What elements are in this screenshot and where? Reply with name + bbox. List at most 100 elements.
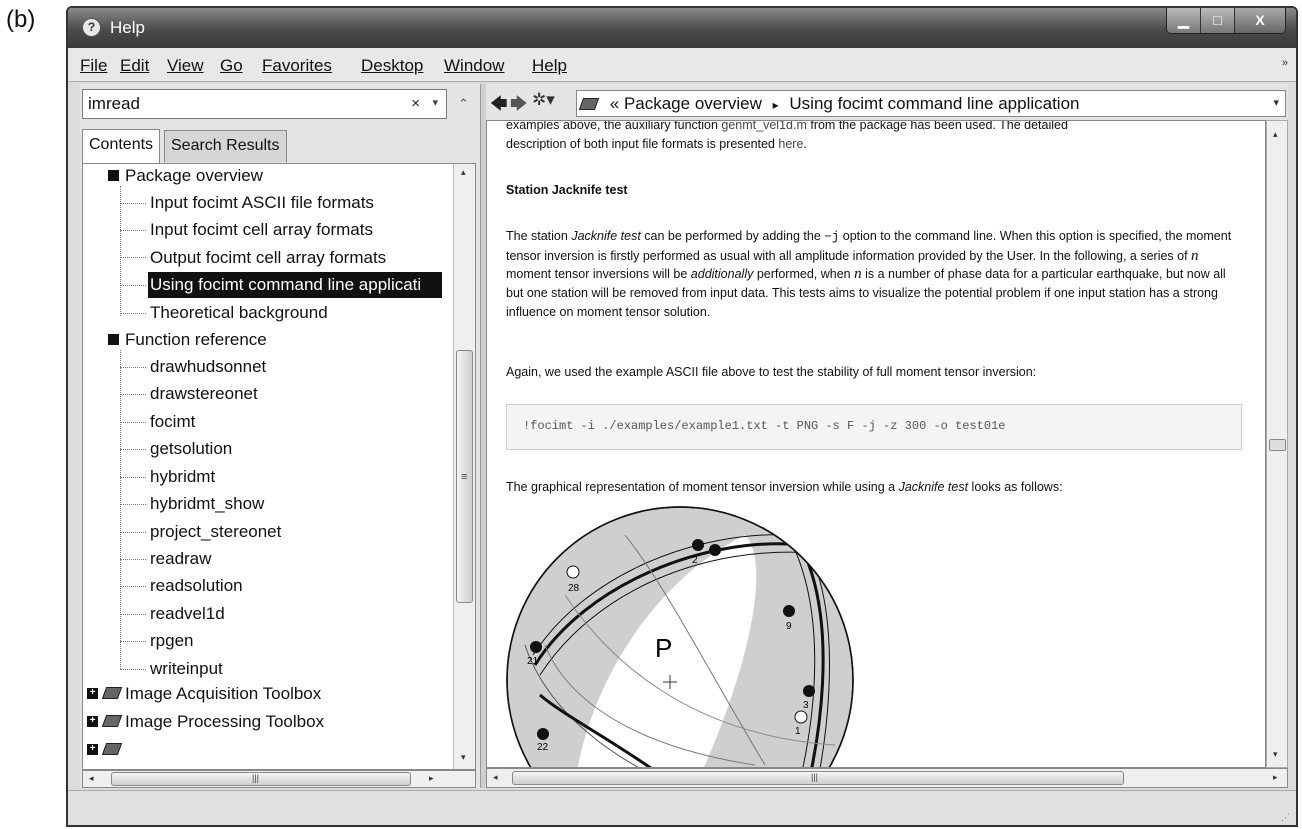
expand-node-icon[interactable]: + — [87, 688, 98, 699]
graphical-paragraph: The graphical representation of moment t… — [506, 478, 1246, 497]
scroll-down-icon[interactable]: ▾ — [1273, 749, 1278, 760]
jacknife-paragraph: The station Jacknife test can be perform… — [506, 227, 1246, 322]
tree-item-function[interactable]: readvel1d — [150, 601, 225, 627]
text: examples above, the auxiliary function — [506, 120, 722, 132]
text: looks as follows: — [968, 480, 1063, 494]
scroll-down-icon[interactable]: ▾ — [461, 752, 466, 763]
tree-connector — [120, 532, 146, 533]
tree-item-function[interactable]: hybridmt — [150, 464, 215, 490]
tree-item-function[interactable]: drawhudsonnet — [150, 354, 266, 380]
content-vertical-scrollbar[interactable]: ▴ ▾ — [1266, 120, 1288, 768]
window-controls: ▁ □ X — [1166, 8, 1286, 34]
collapse-node-icon[interactable] — [108, 170, 119, 181]
scroll-thumb[interactable]: ≡ — [456, 350, 473, 603]
tree-connector — [120, 422, 146, 423]
breadcrumb-package-overview[interactable]: Package overview — [624, 94, 762, 113]
minimize-button[interactable]: ▁ — [1167, 8, 1201, 33]
search-input[interactable] — [88, 94, 408, 114]
math-n: n — [1191, 247, 1199, 264]
code-block: !focimt -i ./examples/example1.txt -t PN… — [506, 404, 1242, 450]
gear-icon[interactable]: ✲▾ — [532, 90, 555, 110]
scroll-thumb[interactable] — [1269, 439, 1286, 451]
tree-item-toolbox[interactable]: Image Processing Toolbox — [125, 709, 324, 735]
tree-item-package-overview[interactable]: Package overview — [125, 164, 263, 189]
tab-contents[interactable]: Contents — [82, 129, 161, 163]
menu-view[interactable]: View — [167, 56, 204, 76]
document-pane: 🡄 🡆 ✲▾ « Package overview ▸ Using focimt… — [486, 84, 1288, 788]
tree-item-input-ascii[interactable]: Input focimt ASCII file formats — [150, 190, 374, 216]
menu-file[interactable]: File — [80, 56, 107, 76]
status-bar: ⋰ — [68, 790, 1296, 825]
tree-item-toolbox[interactable]: Image Acquisition Toolbox — [125, 681, 321, 707]
contents-tree: Package overview Input focimt ASCII file… — [82, 163, 476, 770]
tree-item-function[interactable]: drawstereonet — [150, 381, 258, 407]
maximize-button[interactable]: □ — [1201, 8, 1235, 33]
expand-node-icon[interactable]: + — [87, 716, 98, 727]
tab-search-results[interactable]: Search Results — [164, 130, 287, 162]
text: Jacknife test — [898, 480, 969, 494]
back-arrow-icon[interactable]: 🡄 — [490, 91, 508, 120]
tree-vertical-scrollbar[interactable]: ▴ ≡ ▾ — [453, 164, 475, 769]
tree-item-function[interactable]: focimt — [150, 409, 195, 435]
menu-go[interactable]: Go — [220, 56, 243, 76]
scroll-left-icon[interactable]: ◂ — [493, 772, 498, 783]
collapse-pane-icon[interactable]: ⌃ — [458, 96, 469, 112]
tree-item-function[interactable]: hybridmt_show — [150, 491, 264, 517]
tree-item-using-focimt[interactable]: Using focimt command line applicati — [148, 272, 442, 298]
text: . — [803, 137, 807, 151]
forward-arrow-icon[interactable]: 🡆 — [510, 91, 528, 120]
text: from the package has been used. The deta… — [806, 120, 1068, 132]
menu-favorites[interactable]: Favorites — [262, 56, 332, 76]
text: Jacknife test — [571, 229, 641, 243]
tree-item-function-reference[interactable]: Function reference — [125, 327, 267, 353]
text: performed, when — [753, 267, 855, 282]
menu-edit[interactable]: Edit — [120, 56, 149, 76]
station-label: 3 — [803, 700, 809, 711]
menu-window[interactable]: Window — [444, 56, 504, 76]
scroll-thumb[interactable]: ||| — [512, 771, 1124, 785]
grip-icon: ||| — [252, 773, 260, 783]
scroll-left-icon[interactable]: ◂ — [89, 773, 94, 784]
close-button[interactable]: X — [1235, 8, 1285, 33]
tree-item-function[interactable]: rpgen — [150, 628, 193, 654]
menu-help[interactable]: Help — [532, 56, 567, 76]
breadcrumb-chevron[interactable]: « — [610, 94, 619, 113]
collapse-node-icon[interactable] — [108, 334, 119, 345]
scroll-thumb[interactable]: ||| — [111, 772, 411, 786]
genmt-link[interactable]: genmt_vel1d.m — [721, 121, 806, 132]
tree-item-function[interactable]: readsolution — [150, 573, 243, 599]
title-bar[interactable]: ? Help ▁ □ X — [68, 8, 1296, 48]
tree-item-function[interactable]: getsolution — [150, 436, 232, 462]
tree-item-function[interactable]: readraw — [150, 546, 211, 572]
tree-item-input-cell[interactable]: Input focimt cell array formats — [150, 217, 373, 243]
tree-connector — [120, 394, 146, 395]
breadcrumb-current-page[interactable]: Using focimt command line application — [789, 94, 1079, 113]
tree-item-output-cell[interactable]: Output focimt cell array formats — [150, 245, 386, 271]
here-link[interactable]: here — [778, 137, 803, 151]
clear-search-icon[interactable]: × — [411, 95, 420, 112]
tree-item-theoretical[interactable]: Theoretical background — [150, 300, 328, 326]
scroll-up-icon[interactable]: ▴ — [1273, 129, 1278, 140]
station-marker — [530, 641, 542, 653]
tree-connector — [120, 477, 146, 478]
tree-item-function[interactable]: writeinput — [150, 656, 223, 682]
resize-grip-icon[interactable]: ⋰ — [1281, 812, 1290, 823]
scroll-up-icon[interactable]: ▴ — [461, 167, 466, 178]
station-marker — [692, 539, 704, 551]
text: moment tensor inversions will be — [506, 267, 691, 282]
example-paragraph: Again, we used the example ASCII file ab… — [506, 365, 1037, 379]
tree-horizontal-scrollbar[interactable]: ◂ ||| ▸ — [82, 770, 476, 788]
scroll-right-icon[interactable]: ▸ — [429, 773, 434, 784]
tree-item-function[interactable]: project_stereonet — [150, 519, 281, 545]
menu-desktop[interactable]: Desktop — [361, 56, 423, 76]
content-horizontal-scrollbar[interactable]: ◂ ||| ▸ — [486, 768, 1288, 788]
breadcrumb-separator-icon: ▸ — [772, 98, 779, 112]
expand-node-icon[interactable]: + — [87, 744, 98, 755]
search-dropdown-icon[interactable]: ▾ — [432, 96, 438, 109]
breadcrumb-dropdown-icon[interactable]: ▾ — [1273, 91, 1279, 116]
help-window: ? Help ▁ □ X File Edit View Go Favorites… — [66, 6, 1298, 827]
tree-connector — [120, 313, 146, 314]
menu-overflow-icon[interactable]: » — [1282, 57, 1288, 69]
grip-icon: ≡ — [461, 471, 468, 483]
scroll-right-icon[interactable]: ▸ — [1273, 772, 1278, 783]
